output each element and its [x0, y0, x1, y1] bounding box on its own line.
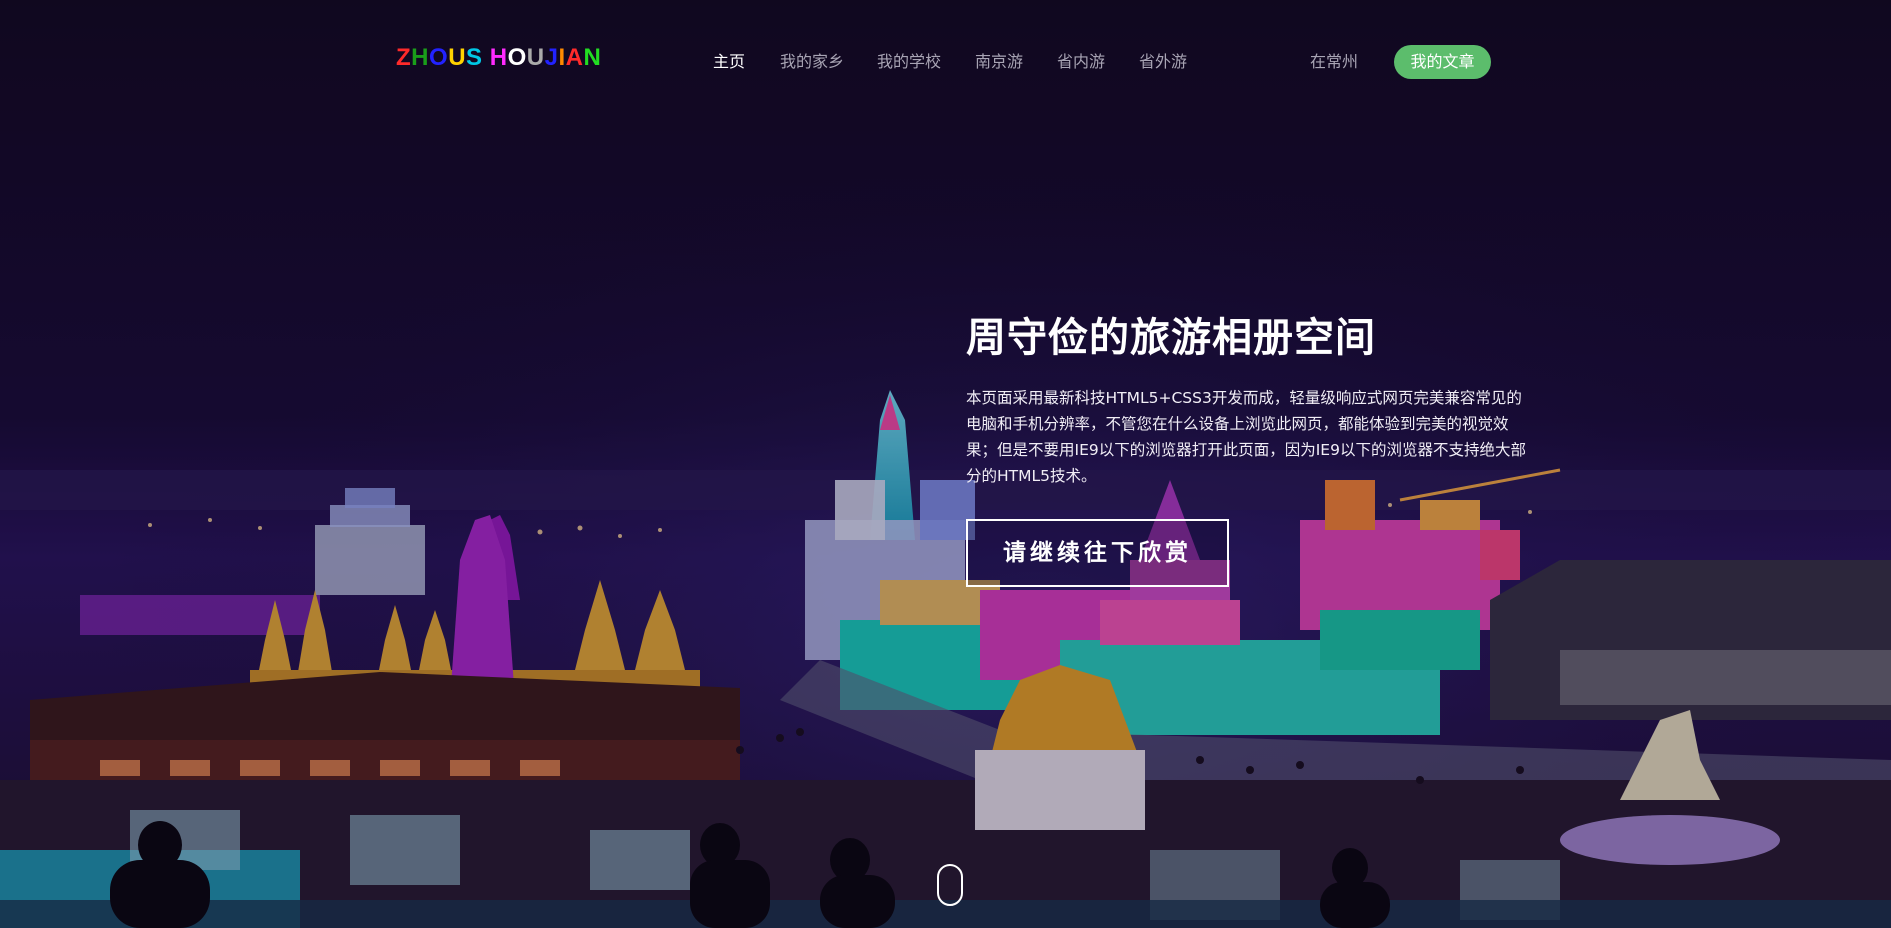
nav-item-home[interactable]: 主页: [713, 50, 745, 74]
hero-description: 本页面采用最新科技HTML5+CSS3开发而成，轻量级响应式网页完美兼容常见的电…: [966, 389, 1526, 485]
logo-letter: A: [565, 44, 584, 71]
nav-item-out-province-trip[interactable]: 省外游: [1139, 50, 1187, 74]
nav-item-nanjing-trip[interactable]: 南京游: [975, 50, 1023, 74]
nav-item-school[interactable]: 我的学校: [877, 50, 941, 74]
hero-title: 周守俭的旅游相册空间: [966, 314, 1376, 361]
logo-letter: O: [507, 44, 527, 71]
logo-letter: [483, 44, 490, 72]
nav-item-in-province-trip[interactable]: 省内游: [1057, 50, 1105, 74]
site-logo[interactable]: ZHOUS HOUJIAN: [396, 44, 601, 72]
continue-browsing-button[interactable]: 请继续往下欣赏: [966, 519, 1229, 587]
logo-letter: J: [544, 44, 559, 71]
hero-background-image: [0, 0, 1891, 928]
location-link[interactable]: 在常州: [1310, 50, 1358, 74]
logo-letter: O: [429, 44, 449, 71]
nav-item-hometown[interactable]: 我的家乡: [780, 50, 844, 74]
logo-letter: N: [583, 44, 602, 71]
logo-letter: I: [558, 44, 566, 71]
logo-letter: U: [448, 44, 467, 71]
scroll-down-icon[interactable]: [937, 864, 963, 906]
logo-letter: H: [489, 44, 508, 71]
logo-letter: H: [411, 44, 430, 71]
my-articles-button[interactable]: 我的文章: [1394, 45, 1491, 79]
logo-letter: Z: [396, 44, 412, 71]
logo-letter: U: [526, 44, 545, 71]
logo-letter: S: [466, 44, 483, 71]
